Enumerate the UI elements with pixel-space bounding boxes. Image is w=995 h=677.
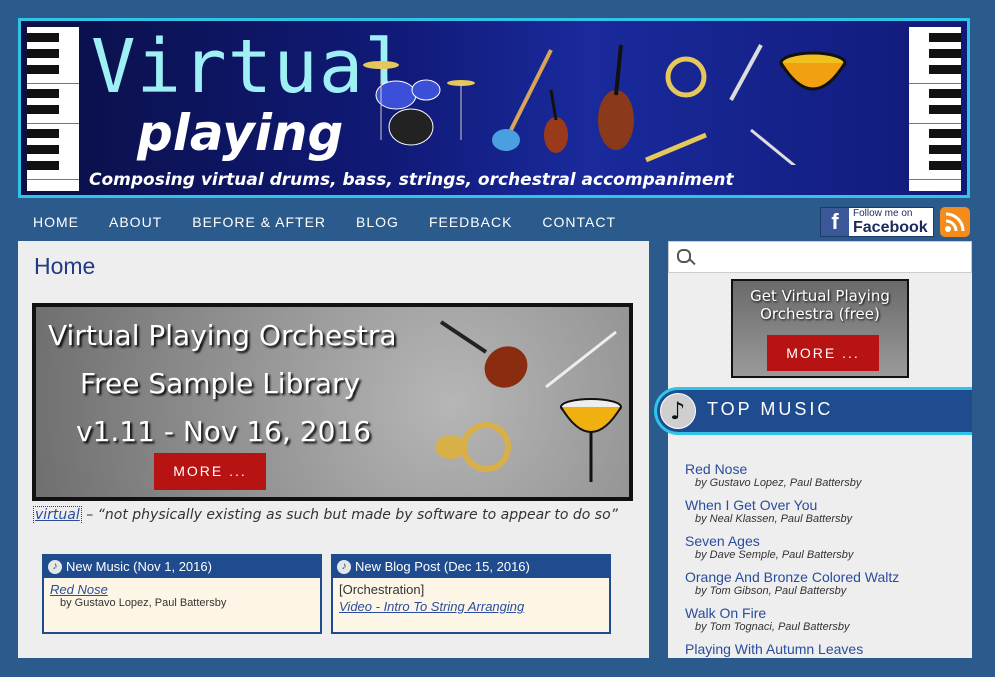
piano-keys-left — [27, 27, 79, 191]
search-input[interactable] — [699, 246, 963, 270]
definition-text: – “not physically existing as such but m… — [81, 507, 618, 523]
nav-about[interactable]: ABOUT — [94, 206, 177, 238]
cello-icon — [598, 44, 634, 150]
search-box — [668, 241, 972, 273]
list-item: Walk On Fire by Tom Tognaci, Paul Batter… — [685, 605, 899, 641]
piano-keys-right — [909, 27, 961, 191]
drum-kit-icon — [363, 61, 475, 146]
hero-line3: v1.11 - Nov 16, 2016 — [76, 415, 372, 448]
page-title: Home — [34, 253, 96, 279]
new-music-header: ♪ New Music (Nov 1, 2016) — [44, 556, 320, 578]
track-credits: by Gustavo Lopez, Paul Battersby — [695, 477, 862, 489]
main-content: Home Virtual Playing Orchestra Free Samp… — [18, 241, 649, 658]
list-item: Playing With Autumn Leaves — [685, 641, 899, 677]
nav-home[interactable]: HOME — [18, 206, 94, 238]
top-music-label: TOP MUSIC — [707, 399, 834, 419]
list-item: Seven Ages by Dave Semple, Paul Battersb… — [685, 533, 899, 569]
new-blog-link[interactable]: Video - Intro To String Arranging — [333, 597, 609, 614]
hero-banner-orchestra[interactable]: Virtual Playing Orchestra Free Sample Li… — [32, 303, 633, 501]
bass-guitar-icon — [492, 49, 553, 151]
facebook-line2: Facebook — [853, 219, 928, 236]
track-link[interactable]: Red Nose — [685, 461, 899, 477]
track-link[interactable]: Orange And Bronze Colored Waltz — [685, 569, 899, 585]
french-horn-icon — [435, 422, 511, 472]
nav-blog[interactable]: BLOG — [341, 206, 414, 238]
violin-icon — [544, 89, 568, 153]
hero-line1: Virtual Playing Orchestra — [48, 319, 397, 352]
promo-title: Get Virtual Playing Orchestra (free) — [750, 287, 890, 323]
sidebar: Get Virtual Playing Orchestra (free) MOR… — [654, 241, 972, 658]
rss-icon[interactable] — [940, 207, 970, 237]
search-icon — [677, 249, 691, 263]
flute-icon — [545, 330, 617, 389]
track-credits: by Dave Semple, Paul Battersby — [695, 549, 854, 561]
banner-instruments-illustration — [363, 44, 847, 165]
new-music-credits: by Gustavo Lopez, Paul Battersby — [60, 597, 227, 609]
music-note-icon — [660, 393, 696, 429]
violin-icon — [439, 320, 528, 388]
hero-line2: Free Sample Library — [80, 367, 361, 400]
track-credits: by Tom Gibson, Paul Battersby — [695, 585, 847, 597]
new-blog-heading: New Blog Post (Dec 15, 2016) — [355, 559, 530, 574]
new-blog-header: ♪ New Blog Post (Dec 15, 2016) — [333, 556, 609, 578]
nav-contact[interactable]: CONTACT — [527, 206, 631, 238]
top-music-list: Red Nose by Gustavo Lopez, Paul Battersb… — [685, 461, 899, 677]
banner-tagline: Composing virtual drums, bass, strings, … — [89, 170, 734, 190]
banner-title-playing: playing — [137, 104, 344, 162]
facebook-line1: Follow me on — [853, 208, 913, 219]
flute-icon — [750, 128, 797, 165]
promo-more-button[interactable]: MORE ... — [767, 335, 879, 371]
virtual-definition: virtual – “not physically existing as su… — [33, 506, 618, 523]
music-note-icon: ♪ — [337, 560, 351, 574]
main-nav: HOME ABOUT BEFORE & AFTER BLOG FEEDBACK … — [18, 206, 631, 238]
clarinet-icon — [729, 44, 763, 101]
music-note-icon: ♪ — [48, 560, 62, 574]
nav-feedback[interactable]: FEEDBACK — [414, 206, 527, 238]
timpani-icon — [779, 51, 847, 91]
new-music-heading: New Music (Nov 1, 2016) — [66, 559, 212, 574]
list-item: Orange And Bronze Colored Waltz by Tom G… — [685, 569, 899, 605]
track-link[interactable]: Seven Ages — [685, 533, 899, 549]
track-credits: by Neal Klassen, Paul Battersby — [695, 513, 853, 525]
promo-get-orchestra[interactable]: Get Virtual Playing Orchestra (free) MOR… — [731, 279, 909, 378]
facebook-follow-button[interactable]: f Follow me on Facebook — [820, 207, 934, 237]
list-item: Red Nose by Gustavo Lopez, Paul Battersb… — [685, 461, 899, 497]
site-banner[interactable]: Virtual playing Composing virtual drums,… — [18, 18, 970, 198]
hero-more-button[interactable]: MORE ... — [154, 453, 266, 490]
track-link[interactable]: Walk On Fire — [685, 605, 899, 621]
trumpet-icon — [645, 132, 707, 163]
new-blog-category: [Orchestration] — [339, 582, 425, 597]
track-link[interactable]: Playing With Autumn Leaves — [685, 641, 899, 657]
french-horn-icon — [665, 56, 707, 98]
new-music-card: ♪ New Music (Nov 1, 2016) Red Nose by Gu… — [42, 554, 322, 634]
track-link[interactable]: When I Get Over You — [685, 497, 899, 513]
new-blog-card: ♪ New Blog Post (Dec 15, 2016) [Orchestr… — [331, 554, 611, 634]
timpani-icon — [560, 398, 622, 482]
track-credits: by Tom Tognaci, Paul Battersby — [695, 621, 850, 633]
list-item: When I Get Over You by Neal Klassen, Pau… — [685, 497, 899, 533]
top-music-header: TOP MUSIC — [654, 387, 972, 435]
nav-before-after[interactable]: BEFORE & AFTER — [177, 206, 341, 238]
definition-term-link[interactable]: virtual — [33, 506, 82, 523]
facebook-icon: f — [821, 208, 849, 236]
new-music-link[interactable]: Red Nose — [44, 578, 320, 597]
